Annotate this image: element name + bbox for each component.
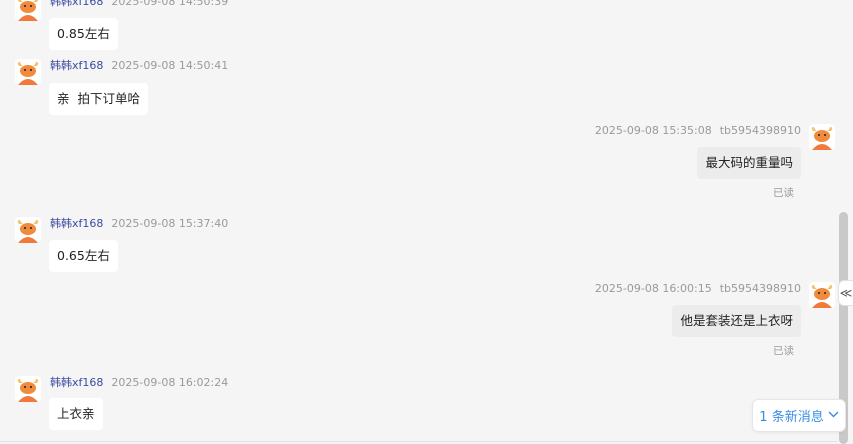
sender-nickname: tb5954398910	[719, 282, 801, 295]
avatar[interactable]	[15, 0, 41, 21]
message-meta: 韩韩xf168 2025-09-08 16:02:24	[50, 376, 228, 390]
message-bubble[interactable]: 上衣亲	[49, 398, 103, 430]
message-time: 2025-09-08 16:02:24	[111, 376, 229, 389]
chat-message-list[interactable]: 韩韩xf168 2025-09-08 14:50:39 0.85左右 韩韩xf16…	[0, 0, 853, 444]
message-meta: 2025-09-08 16:00:15 tb5954398910	[540, 282, 801, 296]
sender-nickname[interactable]: 韩韩xf168	[50, 59, 103, 72]
message-bubble[interactable]: 0.85左右	[49, 18, 118, 50]
avatar[interactable]	[15, 59, 41, 85]
read-status: 已读	[773, 345, 794, 357]
message-bubble[interactable]: 0.65左右	[49, 240, 118, 272]
avatar[interactable]	[15, 217, 41, 243]
read-status: 已读	[773, 187, 794, 199]
message-time: 2025-09-08 16:00:15	[594, 282, 712, 295]
message-bubble[interactable]: 他是套装还是上衣呀	[672, 305, 801, 337]
cartoon-bull-avatar-icon	[17, 62, 39, 85]
sender-nickname[interactable]: 韩韩xf168	[50, 0, 103, 8]
message-time: 2025-09-08 15:35:08	[594, 124, 712, 137]
message-meta: 韩韩xf168 2025-09-08 14:50:41	[50, 59, 228, 73]
avatar[interactable]	[809, 124, 835, 150]
cartoon-bull-avatar-icon	[17, 220, 39, 243]
message-time: 2025-09-08 14:50:41	[111, 59, 229, 72]
cartoon-bull-avatar-icon	[17, 0, 39, 21]
divider	[0, 441, 838, 442]
cartoon-bull-avatar-icon	[811, 127, 833, 150]
sender-nickname[interactable]: 韩韩xf168	[50, 217, 103, 230]
message-time: 2025-09-08 15:37:40	[111, 217, 229, 230]
collapse-panel-button[interactable]: ≪	[838, 280, 853, 306]
message-meta: 韩韩xf168 2025-09-08 15:37:40	[50, 217, 228, 231]
message-meta: 2025-09-08 15:35:08 tb5954398910	[540, 124, 801, 138]
sender-nickname[interactable]: 韩韩xf168	[50, 376, 103, 389]
new-message-button[interactable]: 1 条新消息	[752, 399, 846, 432]
double-chevron-left-icon: ≪	[839, 286, 853, 300]
sender-nickname: tb5954398910	[719, 124, 801, 137]
cartoon-bull-avatar-icon	[17, 379, 39, 402]
cartoon-bull-avatar-icon	[811, 285, 833, 308]
message-meta: 韩韩xf168 2025-09-08 14:50:39	[50, 0, 228, 9]
chevron-down-icon	[828, 408, 839, 421]
message-bubble[interactable]: 亲 拍下订单哈	[49, 83, 148, 115]
message-bubble[interactable]: 最大码的重量吗	[697, 147, 801, 179]
avatar[interactable]	[809, 282, 835, 308]
avatar[interactable]	[15, 376, 41, 402]
new-message-label: 1 条新消息	[759, 410, 824, 425]
message-time: 2025-09-08 14:50:39	[111, 0, 229, 8]
